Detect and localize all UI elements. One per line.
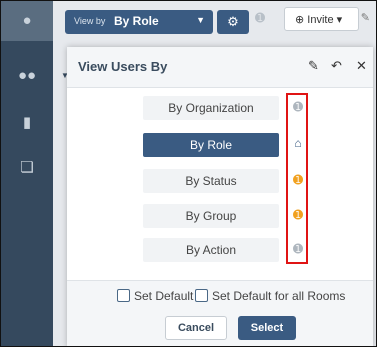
set-default-label: Set Default — [134, 289, 194, 303]
option-by-status[interactable]: By Status — [143, 169, 279, 193]
option-by-group[interactable]: By Group — [143, 204, 279, 228]
view-by-value: By Role — [114, 14, 159, 28]
set-default-all-rooms-label: Set Default for all Rooms — [212, 289, 346, 303]
undo-icon[interactable]: ↶ — [331, 58, 342, 74]
top-bar: View by By Role ▼ ⚙ ➊ ⊕ Invite ▾ ✎ — [53, 1, 376, 41]
gear-button[interactable]: ⚙ — [217, 10, 249, 34]
plus-circle-icon: ⊕ — [295, 14, 305, 26]
option-by-action[interactable]: By Action — [143, 238, 279, 262]
dialog-header: View Users By ✎ ↶ ✕ — [67, 47, 373, 88]
checkbox-box[interactable] — [195, 289, 208, 302]
select-button[interactable]: Select — [238, 316, 296, 340]
edit-icon[interactable]: ✎ — [308, 58, 319, 74]
cancel-button[interactable]: Cancel — [165, 316, 227, 340]
option-by-organization[interactable]: By Organization — [143, 96, 279, 120]
pin-column-highlight — [286, 93, 308, 264]
close-icon[interactable]: ✕ — [356, 58, 367, 74]
caret-down-icon: ▼ — [196, 15, 205, 25]
user-icon[interactable]: ● — [1, 12, 53, 29]
app-window: ● ●● ▮ ❏ View by By Role ▼ ⚙ ➊ ⊕ Invite … — [0, 0, 377, 347]
documents-icon[interactable]: ❏ — [1, 158, 53, 176]
view-by-dropdown[interactable]: View by By Role ▼ — [65, 10, 213, 34]
edit-icon[interactable]: ✎ — [361, 11, 370, 24]
users-icon[interactable]: ●● — [1, 67, 53, 84]
dialog-title: View Users By — [78, 59, 168, 74]
set-default-checkbox[interactable]: Set Default — [117, 289, 193, 303]
checkbox-box[interactable] — [117, 289, 130, 302]
caret-down-icon: ▾ — [336, 14, 343, 26]
view-by-prefix: View by — [74, 16, 106, 26]
set-default-all-rooms-checkbox[interactable]: Set Default for all Rooms — [195, 289, 345, 303]
view-users-by-dialog: View Users By ✎ ↶ ✕ By Organization By R… — [67, 47, 373, 346]
left-sidebar: ● ●● ▮ ❏ — [1, 1, 53, 346]
option-by-role[interactable]: By Role — [143, 133, 279, 157]
pin-icon[interactable]: ➊ — [255, 11, 265, 25]
invite-button[interactable]: ⊕ Invite ▾ — [284, 7, 359, 31]
building-icon[interactable]: ▮ — [1, 113, 53, 131]
dialog-footer: Set Default Set Default for all Rooms Ca… — [67, 280, 373, 346]
sidebar-active-item[interactable]: ● — [1, 1, 53, 41]
invite-label: Invite — [307, 14, 334, 26]
gear-icon: ⚙ — [227, 14, 239, 29]
